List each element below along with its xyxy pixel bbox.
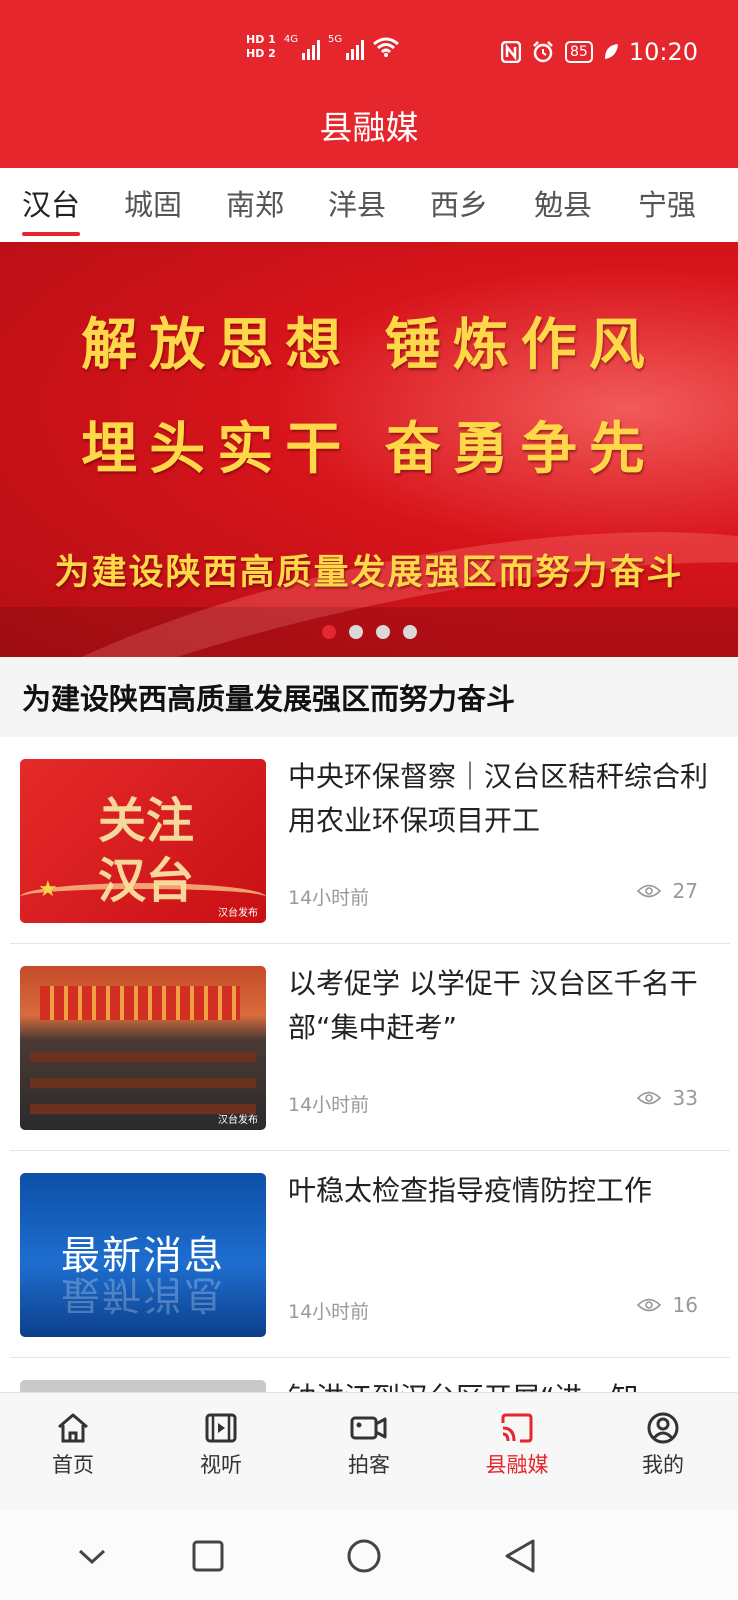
leaf-icon (604, 44, 618, 59)
status-right: 85 10:20 (501, 38, 698, 66)
nav-home[interactable]: 首页 (23, 1411, 123, 1479)
nav-media[interactable]: 视听 (171, 1411, 271, 1479)
news-item[interactable]: 关注 汉台 ★ 汉台发布 中央环保督察｜汉台区秸秆综合利用农业环保项目开工 14… (0, 737, 738, 944)
nav-paike[interactable]: 拍客 (319, 1411, 419, 1479)
county-tabs: 汉台 城固 南郑 洋县 西乡 勉县 宁强 (0, 168, 738, 242)
circle-icon (347, 1539, 381, 1573)
bottom-nav: 首页 视听 拍客 县融媒 我的 (0, 1392, 738, 1510)
film-icon (205, 1413, 237, 1443)
news-title[interactable]: 中央环保督察｜汉台区秸秆综合利用农业环保项目开工 (288, 755, 718, 843)
banner-slogan-3: 为建设陕西高质量发展强区而努力奋斗 (54, 552, 684, 593)
battery-icon: 85 (565, 41, 593, 63)
active-tab-indicator (22, 232, 80, 236)
news-time: 14小时前 (288, 887, 370, 909)
banner-slogan-2: 埋头实干 奋勇争先 (81, 416, 657, 482)
eye-icon (636, 1298, 661, 1312)
news-title[interactable]: 叶稳太检查指导疫情防控工作 (288, 1169, 718, 1213)
home-nav-button[interactable] (344, 1536, 384, 1576)
nav-mine[interactable]: 我的 (613, 1411, 713, 1479)
news-time: 14小时前 (288, 1094, 370, 1116)
user-icon (647, 1412, 679, 1444)
star-icon: ★ (38, 877, 58, 902)
news-thumbnail: 最新消息 最新消息 (20, 1173, 266, 1337)
network-type-2: 5G (327, 34, 343, 45)
tab-chenggu[interactable]: 城固 (108, 182, 198, 224)
hd2-badge: HD 2 (246, 47, 276, 60)
hide-nav-button[interactable] (72, 1536, 112, 1576)
camera-icon (350, 1416, 387, 1440)
carousel-dot[interactable] (321, 625, 336, 639)
nfc-icon (501, 41, 521, 63)
clock: 10:20 (628, 38, 698, 66)
carousel-dot[interactable] (348, 625, 363, 639)
tab-xixiang[interactable]: 西乡 (414, 182, 504, 224)
eye-icon (636, 884, 661, 898)
view-count-value: 33 (672, 1086, 698, 1110)
chevron-down-icon (78, 1549, 106, 1565)
news-thumbnail: 汉台发布 (20, 966, 266, 1130)
banner-caption[interactable]: 为建设陕西高质量发展强区而努力奋斗 (0, 657, 738, 737)
back-button[interactable] (500, 1536, 540, 1576)
alarm-icon (533, 41, 553, 63)
hd-badges: HD 1 HD 2 (246, 34, 276, 60)
view-count: 16 (636, 1293, 698, 1317)
network-indicators: HD 1 HD 2 4G 5G (246, 34, 400, 60)
news-item[interactable]: 最新消息 最新消息 叶稳太检查指导疫情防控工作 14小时前 16 (0, 1151, 738, 1358)
nav-county-media[interactable]: 县融媒 (467, 1411, 567, 1479)
news-thumbnail: 关注 汉台 ★ 汉台发布 (20, 759, 266, 923)
view-count: 27 (636, 879, 698, 903)
carousel-indicator (0, 607, 738, 657)
tab-nanzheng[interactable]: 南郑 (210, 182, 300, 224)
nav-label: 县融媒 (485, 1453, 549, 1477)
back-triangle-icon (505, 1539, 535, 1573)
nav-label: 拍客 (348, 1453, 390, 1477)
tab-ningqiang[interactable]: 宁强 (622, 182, 712, 224)
view-count-value: 16 (672, 1293, 698, 1317)
nav-label: 首页 (52, 1453, 94, 1477)
system-nav-bar (0, 1510, 738, 1600)
nav-label: 我的 (642, 1453, 684, 1477)
eye-icon (636, 1091, 661, 1105)
carousel-dot[interactable] (402, 625, 417, 639)
tab-hantai[interactable]: 汉台 (6, 182, 96, 224)
signal-icon: 4G (284, 34, 320, 60)
square-icon (192, 1540, 224, 1572)
carousel-dot[interactable] (375, 625, 390, 639)
news-time: 14小时前 (288, 1301, 370, 1323)
thumbnail-watermark: 汉台发布 (218, 1115, 258, 1126)
nav-label: 视听 (200, 1453, 242, 1477)
signal-icon: 5G (327, 34, 365, 60)
news-title[interactable]: 以考促学 以学促干 汉台区千名干部“集中赶考” (288, 962, 718, 1050)
tab-yangxian[interactable]: 洋县 (312, 182, 402, 224)
network-type-1: 4G (283, 34, 298, 45)
banner-carousel[interactable]: 解放思想 锤炼作风 埋头实干 奋勇争先 为建设陕西高质量发展强区而努力奋斗 (0, 242, 738, 657)
recents-button[interactable] (188, 1536, 228, 1576)
tab-mianxian[interactable]: 勉县 (518, 182, 608, 224)
status-bar: HD 1 HD 2 4G 5G 85 10:20 (0, 0, 738, 100)
news-item[interactable]: 汉台发布 以考促学 以学促干 汉台区千名干部“集中赶考” 14小时前 33 (0, 944, 738, 1151)
cast-icon (501, 1413, 533, 1443)
wifi-icon (373, 37, 400, 57)
view-count-value: 27 (672, 879, 698, 903)
banner-slogan-1: 解放思想 锤炼作风 (81, 312, 657, 378)
page-title: 县融媒 (0, 100, 738, 168)
view-count: 33 (636, 1086, 698, 1110)
hd1-badge: HD 1 (246, 33, 276, 46)
home-icon (58, 1413, 88, 1443)
thumbnail-watermark: 汉台发布 (218, 908, 258, 919)
